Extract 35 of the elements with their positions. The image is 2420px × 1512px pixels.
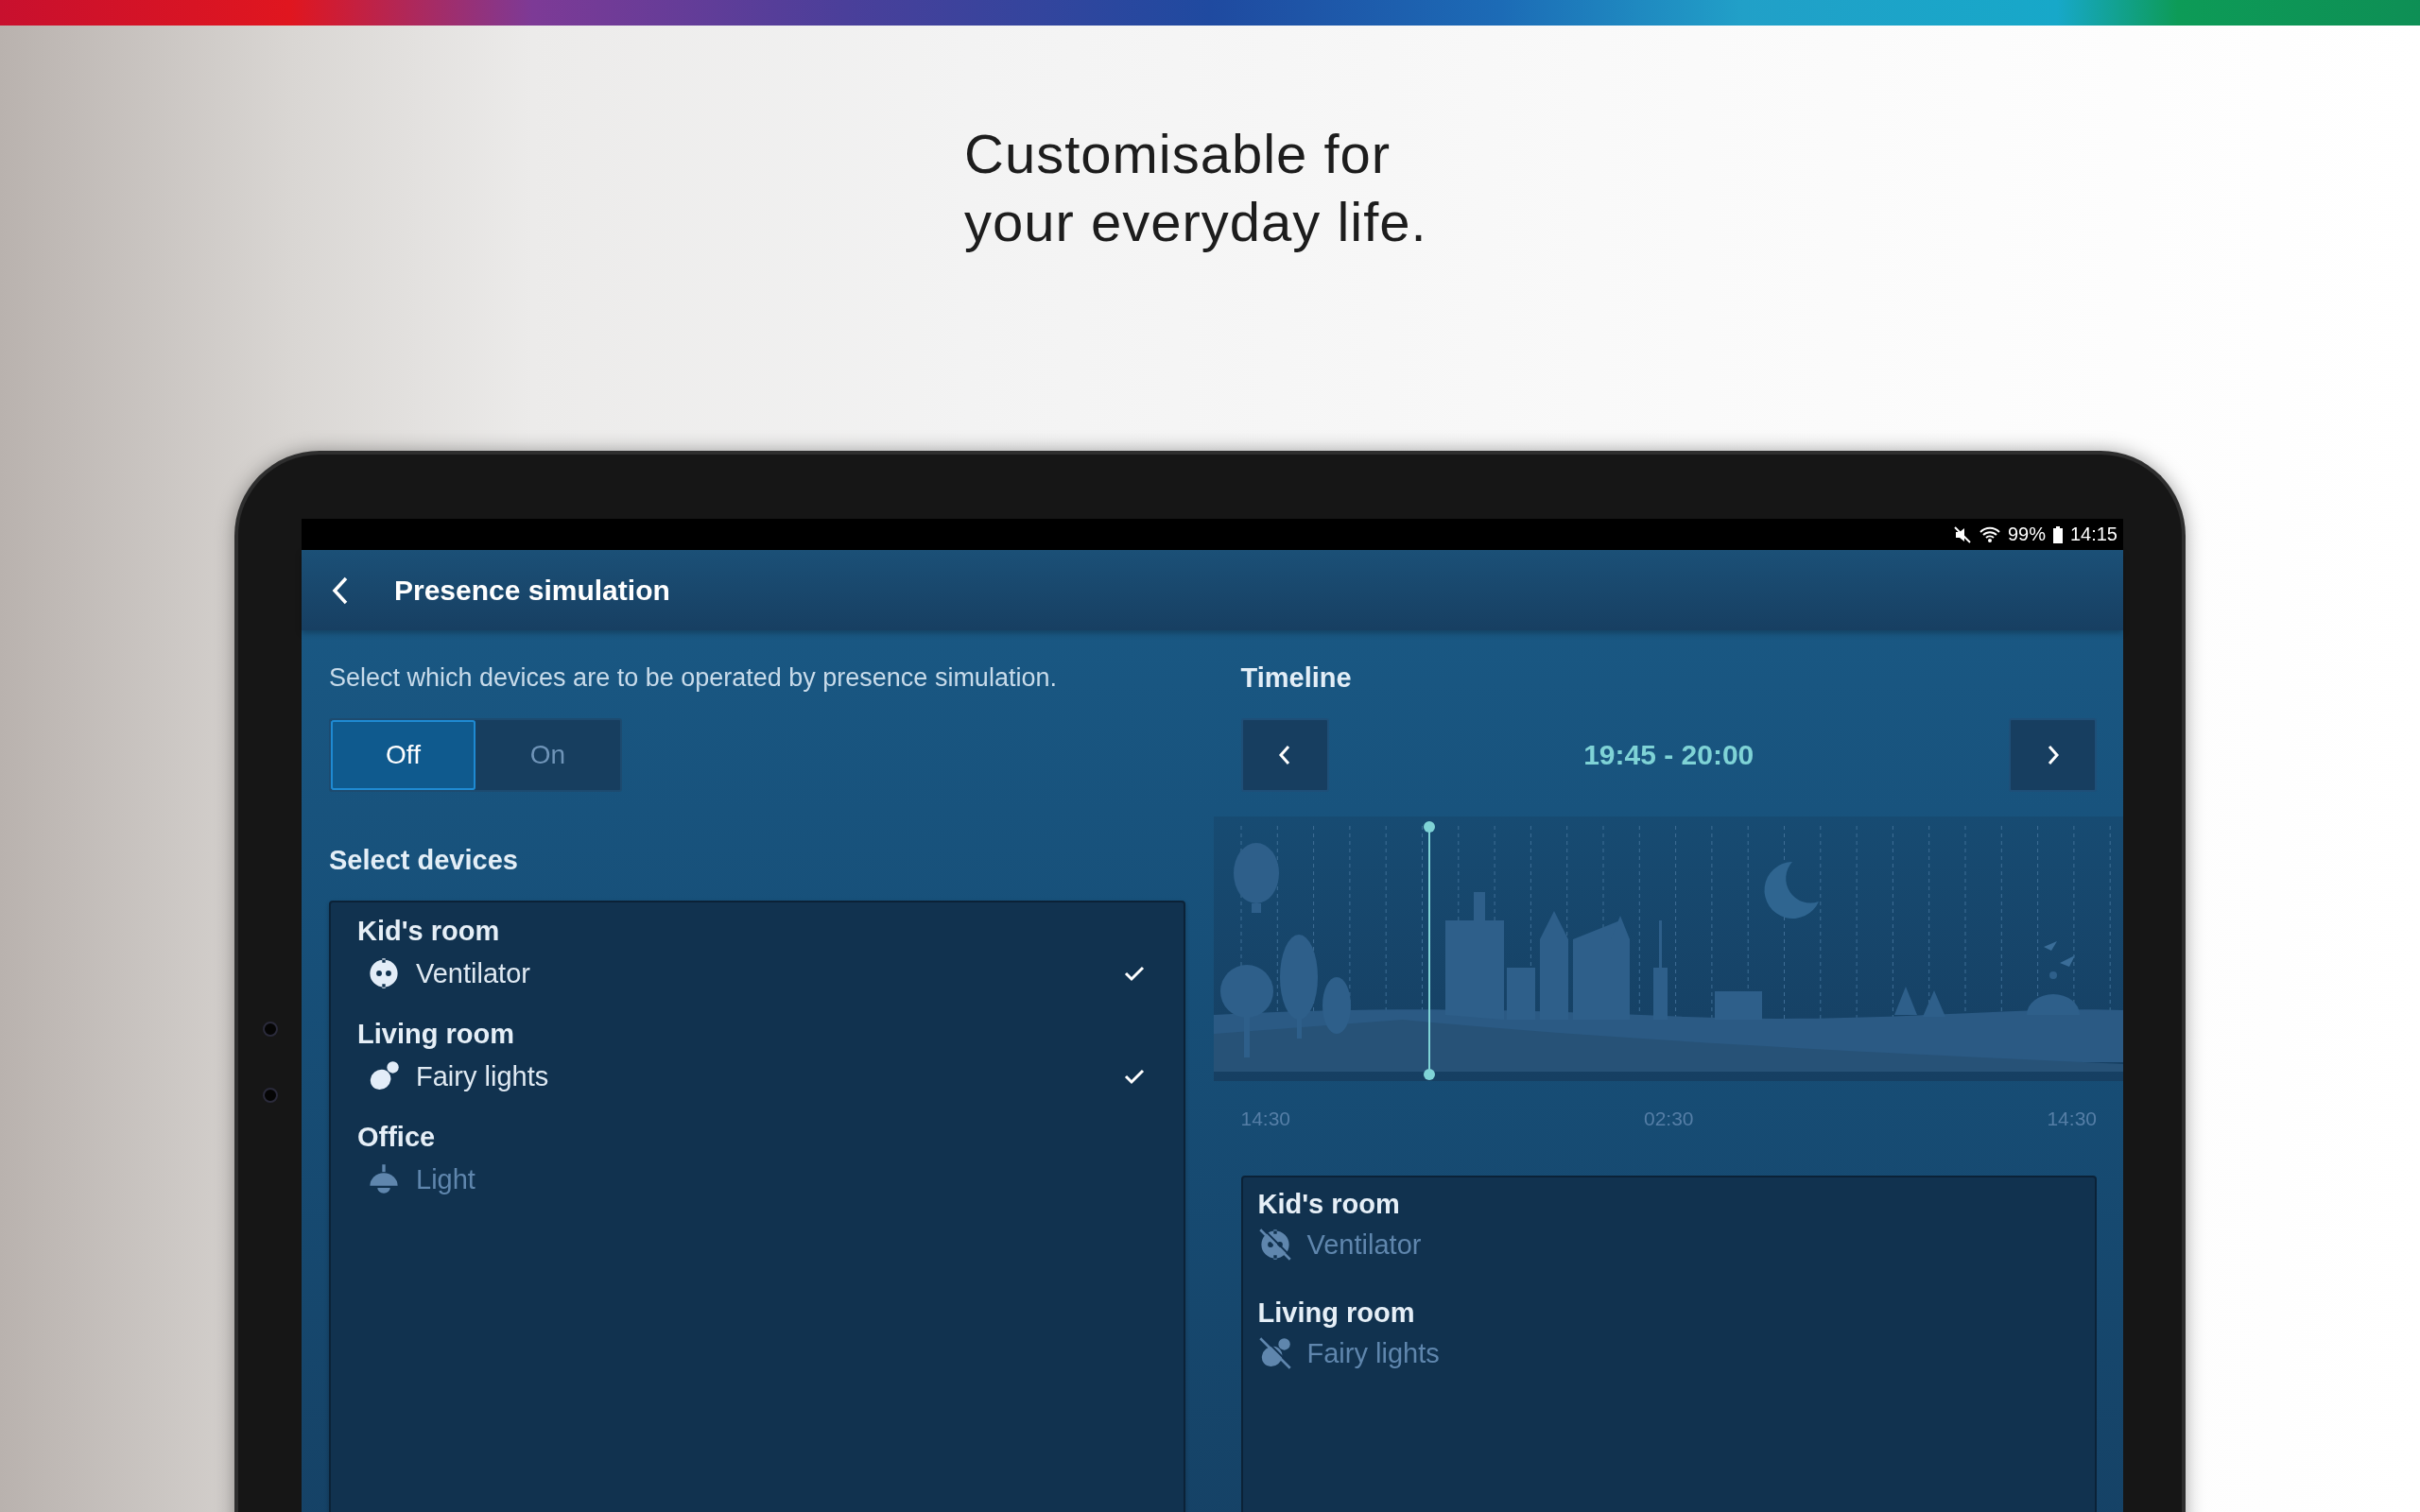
sensor-dot — [263, 1022, 278, 1037]
intro-text: Select which devices are to be operated by presence simulation. — [329, 662, 1058, 694]
device-name: Fairy lights — [416, 1060, 550, 1092]
toggle-option[interactable]: Off — [331, 720, 475, 790]
room-name: Living room — [357, 1019, 515, 1050]
headline: Customisable for your everyday life. — [964, 122, 1428, 254]
section-title: Select devices — [329, 845, 519, 876]
room-name: Office — [357, 1122, 437, 1153]
screen-title: Presence simulation — [394, 574, 670, 607]
chevron-right-icon — [2046, 745, 2060, 765]
timeline-scrubber[interactable] — [1422, 820, 1436, 1081]
lamp-icon — [367, 1162, 401, 1196]
battery-percent: 99% — [2007, 524, 2046, 545]
time-range: 19:45 - 20:00 — [1582, 739, 1755, 771]
chevron-left-icon — [1278, 745, 1291, 765]
device-name: Light — [416, 1163, 476, 1195]
back-icon — [332, 576, 349, 605]
axis-label: 02:30 — [1643, 1108, 1694, 1130]
socket-icon — [367, 956, 401, 990]
device-off-icon — [1257, 1336, 1292, 1370]
axis-label: 14:30 — [1240, 1108, 1291, 1130]
device-name: Ventilator — [416, 957, 531, 989]
wifi-icon — [1979, 525, 2000, 543]
room-name: Living room — [1257, 1297, 1416, 1329]
room-name: Kid's room — [1257, 1189, 1401, 1220]
device-off-icon — [1257, 1228, 1292, 1262]
device-name: Ventilator — [1306, 1228, 1423, 1261]
mute-icon — [1952, 524, 1972, 544]
clock: 14:15 — [2069, 524, 2118, 545]
device-name: Fairy lights — [1306, 1337, 1441, 1369]
battery-icon — [2052, 525, 2063, 543]
axis-label: 14:30 — [2047, 1108, 2097, 1130]
camera-lens — [263, 1088, 278, 1103]
section-title: Timeline — [1240, 662, 1353, 695]
room-name: Kid's room — [357, 916, 501, 947]
